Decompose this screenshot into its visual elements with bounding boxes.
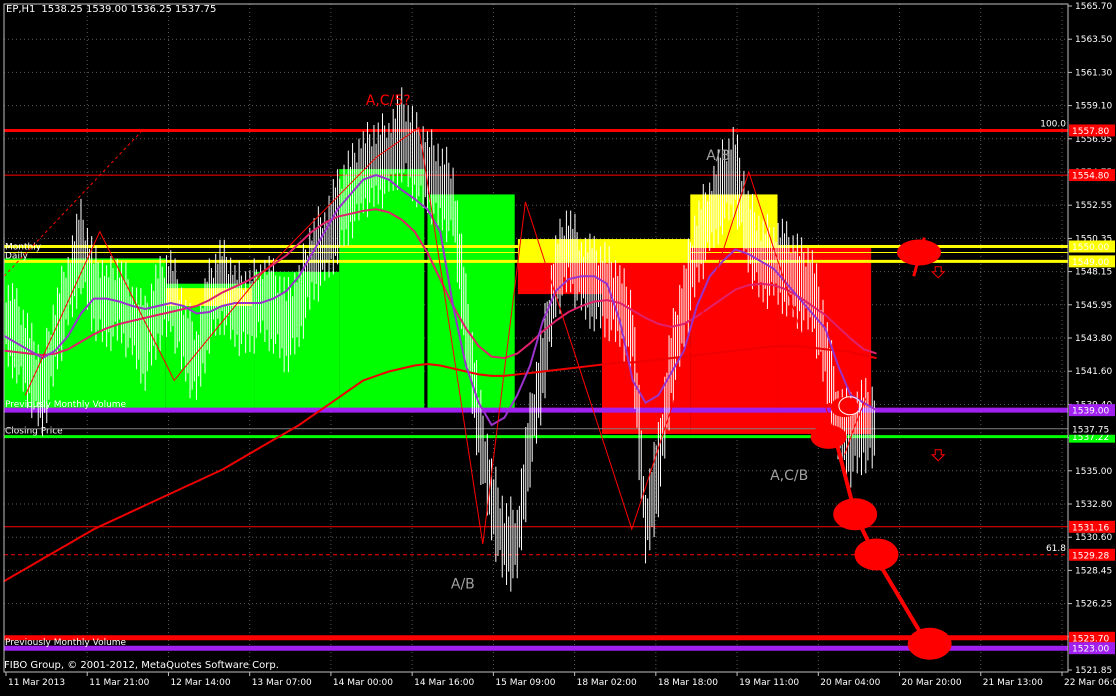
level-1523-purple-price-tag-label: 1523.00 <box>1072 645 1109 655</box>
time-tick-label: 20 Mar 20:00 <box>902 678 962 688</box>
level-1529-ratio: 61.8 <box>1046 544 1066 554</box>
price-tick-label: 1543.80 <box>1075 334 1112 344</box>
time-tick-label: 11 Mar 21:00 <box>89 678 149 688</box>
price-tick-label: 1535.00 <box>1075 467 1112 477</box>
price-tick-label: 1565.70 <box>1075 2 1112 12</box>
level-1531-price-tag-label: 1531.16 <box>1072 523 1109 533</box>
ohlc-values: 1538.25 1539.00 1536.25 1537.75 <box>41 4 216 15</box>
price-axis[interactable]: 1565.701563.501561.301559.101556.951554.… <box>1068 2 1115 676</box>
level-1550-price-tag-label: 1550.00 <box>1072 243 1109 253</box>
price-tick-label: 1545.95 <box>1075 301 1112 311</box>
current-price-label: 1537.75 <box>1072 425 1109 435</box>
time-tick-label: 22 Mar 06:00 <box>1064 678 1116 688</box>
target-marker[interactable] <box>907 627 952 660</box>
price-tick-label: 1561.30 <box>1075 68 1112 78</box>
price-tick-label: 1541.60 <box>1075 367 1112 377</box>
copyright-text: FIBO Group, © 2001-2012, MetaQuotes Soft… <box>4 660 279 671</box>
wave-label: A/B <box>706 148 730 164</box>
price-tick-label: 1530.60 <box>1075 533 1112 543</box>
price-chart[interactable]: 100.0MonthlyDailyPreviously Monthly Volu… <box>0 0 1116 692</box>
target-marker[interactable] <box>833 498 878 531</box>
level-prev-volume-price-tag-label: 1539.00 <box>1072 407 1109 417</box>
time-tick-label: 15 Mar 09:00 <box>495 678 555 688</box>
time-tick-label: 14 Mar 00:00 <box>333 678 393 688</box>
time-tick-label: 12 Mar 14:00 <box>170 678 230 688</box>
level-1554-price-tag-label: 1554.80 <box>1072 172 1109 182</box>
level-daily-caption: Daily <box>5 251 28 261</box>
wave-label: A/B <box>451 577 475 593</box>
time-tick-label: 14 Mar 16:00 <box>414 678 474 688</box>
volume-box <box>601 239 691 262</box>
level-top-price-tag-label: 1557.80 <box>1072 127 1109 137</box>
price-tick-label: 1548.15 <box>1075 268 1112 278</box>
price-tick-label: 1559.10 <box>1075 102 1112 112</box>
wave-label: A,C/5? <box>366 93 411 109</box>
level-prev-volume-caption: Previously Monthly Volume <box>5 400 127 410</box>
wave-label: A,C/B <box>770 468 808 484</box>
price-tick-label: 1521.85 <box>1075 666 1112 676</box>
time-tick-label: 18 Mar 02:00 <box>577 678 637 688</box>
level-close-caption: Closing Price <box>5 427 63 437</box>
target-marker[interactable] <box>810 424 847 449</box>
level-top-ratio: 100.0 <box>1040 119 1066 129</box>
symbol-label: EP,H1 <box>6 4 35 15</box>
time-tick-label: 20 Mar 04:00 <box>820 678 880 688</box>
target-marker[interactable] <box>897 239 942 266</box>
target-marker[interactable] <box>854 538 899 571</box>
level-1523-purple-caption: Previously Monthly Volume <box>5 638 127 648</box>
time-tick-label: 13 Mar 07:00 <box>252 678 312 688</box>
level-daily-price-tag-label: 1549.00 <box>1072 258 1109 268</box>
chart-window[interactable]: 100.0 Monthly Daily Previously Monthly Volu… <box>0 0 1116 692</box>
price-tick-label: 1528.45 <box>1075 566 1112 576</box>
price-tick-label: 1552.55 <box>1075 201 1112 211</box>
price-tick-label: 1526.25 <box>1075 600 1112 610</box>
price-tick-label: 1563.50 <box>1075 35 1112 45</box>
time-tick-label: 18 Mar 18:00 <box>658 678 718 688</box>
time-tick-label: 19 Mar 11:00 <box>739 678 799 688</box>
level-1529-price-tag-label: 1529.28 <box>1072 551 1109 561</box>
time-tick-label: 21 Mar 13:00 <box>983 678 1043 688</box>
price-tick-label: 1532.80 <box>1075 500 1112 510</box>
time-tick-label: 11 Mar 2013 <box>8 678 65 688</box>
